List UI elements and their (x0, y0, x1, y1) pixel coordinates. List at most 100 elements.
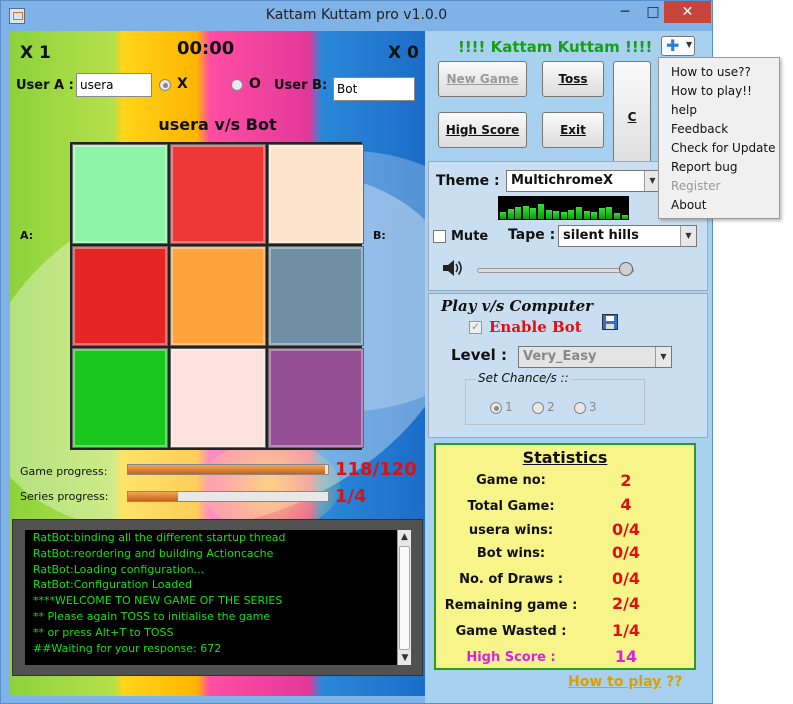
new-game-button[interactable]: New Game (438, 61, 527, 97)
menu-item-how-to-play[interactable]: How to play!! (671, 84, 752, 98)
chance-option-2[interactable]: 2 (532, 400, 555, 414)
chance-option-1[interactable]: 1 (490, 400, 513, 414)
board-cell-1[interactable] (72, 144, 168, 244)
enable-bot-checkbox[interactable]: ✓ (469, 321, 482, 334)
console-line: ****WELCOME TO NEW GAME OF THE SERIES (33, 594, 283, 608)
console-log[interactable]: RatBot:binding all the different startup… (25, 530, 397, 665)
level-select[interactable]: Very_Easy ▼ (518, 346, 672, 368)
stat-label-total-game: Total Game: (467, 499, 555, 514)
menu-button[interactable]: ✚ ▼ (661, 36, 695, 56)
game-progress-label: Game progress: (20, 465, 108, 478)
menu-item-help[interactable]: help (671, 103, 697, 117)
chance-radio[interactable] (574, 401, 586, 414)
symbol-o-radio[interactable] (231, 79, 243, 91)
board-cell-4[interactable] (72, 246, 168, 346)
stat-value-user-wins: 0/4 (611, 520, 641, 539)
chance-radio[interactable] (532, 401, 544, 414)
exit-button[interactable]: Exit (542, 112, 604, 148)
visualizer-bar (500, 212, 506, 219)
tape-select[interactable]: silent hills ▼ (558, 225, 697, 247)
stat-label-user-wins: usera wins: (468, 523, 554, 538)
menu-item-feedback[interactable]: Feedback (671, 122, 728, 136)
theme-value: MultichromeX (511, 173, 614, 188)
board-cell-5[interactable] (170, 246, 266, 346)
stat-value-draws: 0/4 (611, 569, 641, 588)
stat-value-remaining: 2/4 (611, 594, 641, 613)
mute-checkbox[interactable] (433, 230, 446, 243)
tape-value: silent hills (563, 228, 639, 243)
game-timer: 00:00 (177, 38, 235, 59)
score-user-a: X 1 (20, 43, 51, 63)
visualizer-bar (538, 204, 544, 219)
stat-value-bot-wins: 0/4 (611, 543, 641, 562)
visualizer-bar (583, 211, 590, 219)
user-b-label: User B: (274, 78, 328, 93)
stat-label-draws: No. of Draws : (459, 572, 563, 587)
chance-option-label: 1 (505, 400, 513, 414)
menu-item-register[interactable]: Register (671, 179, 720, 193)
enable-bot-label: Enable Bot (489, 318, 582, 336)
console-scrollbar[interactable]: ▲ ▼ (397, 530, 411, 665)
scroll-up-icon[interactable]: ▲ (398, 530, 411, 544)
clear-button[interactable]: C (613, 61, 651, 173)
chance-option-3[interactable]: 3 (574, 400, 597, 414)
board-cell-3[interactable] (268, 144, 364, 244)
board-cell-9[interactable] (268, 348, 364, 448)
board-cell-2[interactable] (170, 144, 266, 244)
user-a-input[interactable]: usera (76, 73, 152, 97)
chance-radio[interactable] (490, 401, 502, 414)
console-line: ** or press Alt+T to TOSS (33, 625, 174, 639)
board-cell-8[interactable] (170, 348, 266, 448)
high-score-button[interactable]: High Score (438, 112, 527, 148)
stat-value-total-game: 4 (620, 495, 632, 514)
tape-label: Tape : (508, 227, 556, 243)
side-b-label: B: (373, 229, 386, 242)
visualizer-bar (545, 210, 552, 219)
chance-group: Set Chance/s :: 1 2 3 (465, 371, 645, 425)
speaker-icon[interactable] (440, 256, 464, 280)
visualizer-bar (560, 212, 567, 219)
stat-label-wasted: Game Wasted : (455, 624, 567, 639)
board-cell-6[interactable] (268, 246, 364, 346)
console-line: RatBot:Loading configuration... (33, 562, 205, 576)
visualizer-bar (568, 210, 575, 219)
series-progress-label: Series progress: (20, 490, 109, 503)
theme-select[interactable]: MultichromeX ▼ (506, 170, 661, 192)
menu-item-check-update[interactable]: Check for Update (671, 141, 776, 155)
user-a-label: User A : (16, 78, 74, 93)
series-progress-fill (128, 492, 178, 501)
symbol-x-radio[interactable] (159, 79, 171, 91)
level-label: Level : (451, 346, 508, 364)
volume-slider[interactable] (477, 268, 634, 273)
board-cell-7[interactable] (72, 348, 168, 448)
scroll-down-icon[interactable]: ▼ (398, 651, 412, 665)
window-title: Kattam Kuttam pro v1.0.0 (265, 7, 448, 23)
help-menu: How to use?? How to play!! help Feedback… (658, 57, 780, 219)
bot-section-title: Play v/s Computer (441, 297, 594, 315)
save-icon[interactable] (602, 314, 618, 330)
toss-button[interactable]: Toss (542, 61, 604, 97)
how-to-play-link[interactable]: How to play ?? (568, 674, 682, 690)
score-user-b: X 0 (388, 43, 419, 63)
app-window: Kattam Kuttam pro v1.0.0 ─ □ ✕ X 1 00:00… (0, 0, 713, 704)
volume-slider-knob[interactable] (619, 262, 634, 276)
stat-label-high-score: High Score : (466, 650, 556, 665)
menu-item-how-to-use[interactable]: How to use?? (671, 65, 751, 79)
stat-label-remaining: Remaining game : (444, 598, 578, 613)
maximize-button[interactable]: □ (639, 1, 667, 23)
stat-value-game-no: 2 (620, 471, 632, 490)
stat-value-high-score: 14 (614, 647, 638, 666)
how-to-play-link-text: How to play (568, 674, 662, 690)
app-name: !!!! Kattam Kuttam !!!! (458, 38, 653, 56)
menu-item-report-bug[interactable]: Report bug (671, 160, 737, 174)
theme-label: Theme : (436, 173, 500, 189)
scroll-thumb[interactable] (399, 546, 410, 650)
side-a-label: A: (20, 229, 34, 242)
game-area: X 1 00:00 X 0 User A : usera X O User B:… (10, 31, 425, 696)
bot-section: Play v/s Computer ✓ Enable Bot Level : V… (428, 293, 708, 438)
minimize-button[interactable]: ─ (611, 1, 639, 23)
menu-item-about[interactable]: About (671, 198, 706, 212)
close-button[interactable]: ✕ (664, 1, 711, 23)
visualizer-bar (606, 207, 613, 219)
user-b-input[interactable]: Bot (333, 77, 415, 101)
